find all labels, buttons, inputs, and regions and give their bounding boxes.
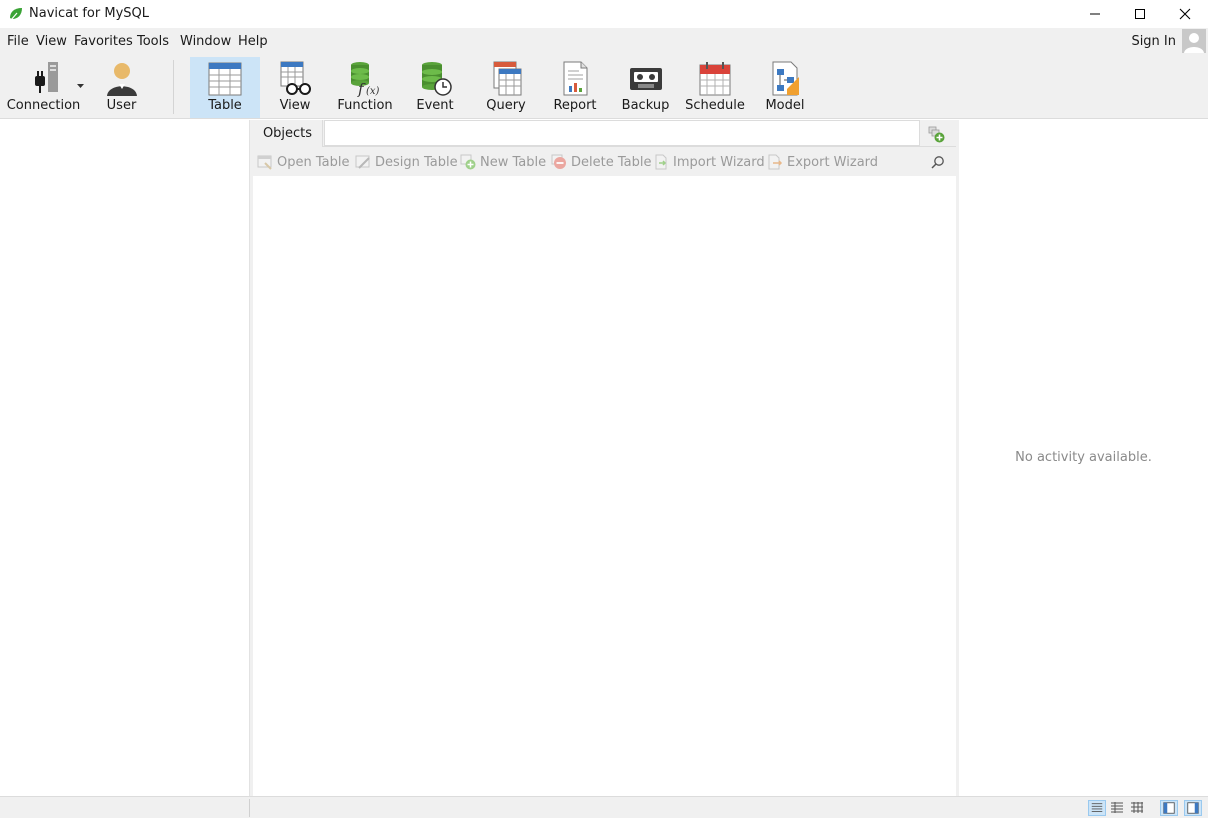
backup-cassette-icon — [629, 68, 662, 90]
report-button[interactable]: Report — [550, 57, 600, 118]
objects-panel: Objects Open Table Design Table New Tabl… — [253, 120, 956, 796]
show-left-pane-icon[interactable] — [1160, 800, 1178, 816]
svg-text:(x): (x) — [366, 86, 380, 97]
minimize-button[interactable] — [1072, 0, 1118, 28]
activity-pane: No activity available. — [959, 120, 1208, 796]
connection-tree-pane[interactable] — [0, 120, 250, 796]
title-bar: Navicat for MySQL — [0, 0, 1208, 28]
grid-view-icon[interactable] — [1128, 800, 1146, 816]
menu-bar: File View Favorites Tools Window Help Si… — [0, 28, 1208, 56]
design-table-button[interactable]: Design Table — [355, 154, 458, 170]
model-label: Model — [765, 98, 805, 113]
menu-help[interactable]: Help — [238, 34, 268, 49]
new-table-label: New Table — [480, 154, 547, 170]
report-label: Report — [553, 98, 597, 113]
close-button[interactable] — [1162, 0, 1208, 28]
function-icon: f (x) — [351, 62, 380, 97]
connection-label: Connection — [6, 98, 81, 113]
query-icon — [493, 61, 522, 96]
delete-table-icon — [551, 154, 566, 169]
event-label: Event — [416, 98, 454, 113]
menu-favorites[interactable]: Favorites — [74, 34, 133, 49]
connection-button[interactable]: Connection — [6, 57, 81, 118]
design-table-label: Design Table — [375, 154, 458, 170]
new-table-button[interactable]: New Table — [460, 154, 546, 170]
delete-table-button[interactable]: Delete Table — [551, 154, 651, 170]
user-avatar[interactable] — [1182, 29, 1206, 53]
schedule-label: Schedule — [685, 98, 745, 113]
status-bar — [0, 796, 1208, 818]
window-title: Navicat for MySQL — [29, 6, 149, 21]
minimize-icon — [1090, 13, 1100, 15]
status-separator — [249, 799, 250, 817]
user-label: User — [106, 98, 137, 113]
backup-label: Backup — [621, 98, 670, 113]
view-glasses-icon — [280, 61, 311, 95]
table-icon — [208, 62, 242, 96]
main-toolbar: Connection User Table View f (x) Functio… — [0, 56, 1208, 119]
show-right-pane-icon[interactable] — [1184, 800, 1202, 816]
new-table-icon — [460, 154, 476, 170]
model-button[interactable]: Model — [762, 57, 808, 118]
objects-list-area[interactable] — [253, 176, 956, 796]
query-label: Query — [486, 98, 526, 113]
table-button[interactable]: Table — [190, 57, 260, 118]
schedule-calendar-icon — [699, 62, 731, 96]
menu-file[interactable]: File — [7, 34, 29, 49]
maximize-icon — [1135, 9, 1145, 19]
open-table-button[interactable]: Open Table — [257, 154, 349, 170]
new-tab-add-icon[interactable] — [926, 124, 946, 144]
connection-plug-icon — [34, 62, 58, 93]
tab-strip — [324, 120, 920, 146]
design-table-icon — [355, 155, 370, 169]
import-wizard-icon — [655, 154, 667, 170]
schedule-button[interactable]: Schedule — [685, 57, 745, 118]
connection-dropdown-icon[interactable] — [77, 84, 84, 89]
menu-view[interactable]: View — [36, 34, 67, 49]
open-table-icon — [257, 155, 272, 170]
import-wizard-button[interactable]: Import Wizard — [653, 154, 765, 170]
navicat-window: Navicat for MySQL File View Favorites To… — [0, 0, 1208, 818]
maximize-button[interactable] — [1117, 0, 1163, 28]
model-icon — [772, 61, 799, 96]
delete-table-label: Delete Table — [571, 154, 652, 170]
search-icon[interactable] — [931, 155, 945, 169]
tab-objects-label: Objects — [262, 126, 313, 141]
menu-window[interactable]: Window — [180, 34, 231, 49]
event-clock-icon — [422, 62, 452, 96]
list-view-icon[interactable] — [1088, 800, 1106, 816]
table-label: Table — [208, 98, 242, 113]
no-activity-text: No activity available. — [1015, 450, 1152, 465]
navicat-logo-icon — [10, 8, 22, 21]
backup-button[interactable]: Backup — [620, 57, 671, 118]
function-button[interactable]: f (x) Function — [336, 57, 394, 118]
import-wizard-label: Import Wizard — [673, 154, 765, 170]
close-icon — [1179, 8, 1191, 20]
open-table-label: Open Table — [277, 154, 350, 170]
user-button[interactable]: User — [99, 57, 144, 118]
detail-view-icon[interactable] — [1108, 800, 1126, 816]
event-button[interactable]: Event — [412, 57, 458, 118]
avatar-icon — [1184, 33, 1204, 53]
function-label: Function — [337, 98, 393, 113]
sign-in-link[interactable]: Sign In — [1131, 34, 1176, 49]
tab-bar: Objects — [253, 120, 956, 147]
report-icon — [563, 61, 588, 96]
export-wizard-button[interactable]: Export Wizard — [767, 154, 878, 170]
view-button[interactable]: View — [270, 57, 320, 118]
menu-tools[interactable]: Tools — [137, 34, 169, 49]
query-button[interactable]: Query — [481, 57, 531, 118]
object-toolbar: Open Table Design Table New Table Delete… — [253, 147, 956, 176]
toolbar-separator — [173, 60, 174, 114]
view-label: View — [279, 98, 311, 113]
user-icon — [106, 63, 137, 96]
export-wizard-icon — [768, 154, 783, 170]
tab-objects[interactable]: Objects — [253, 120, 323, 147]
export-wizard-label: Export Wizard — [787, 154, 879, 170]
